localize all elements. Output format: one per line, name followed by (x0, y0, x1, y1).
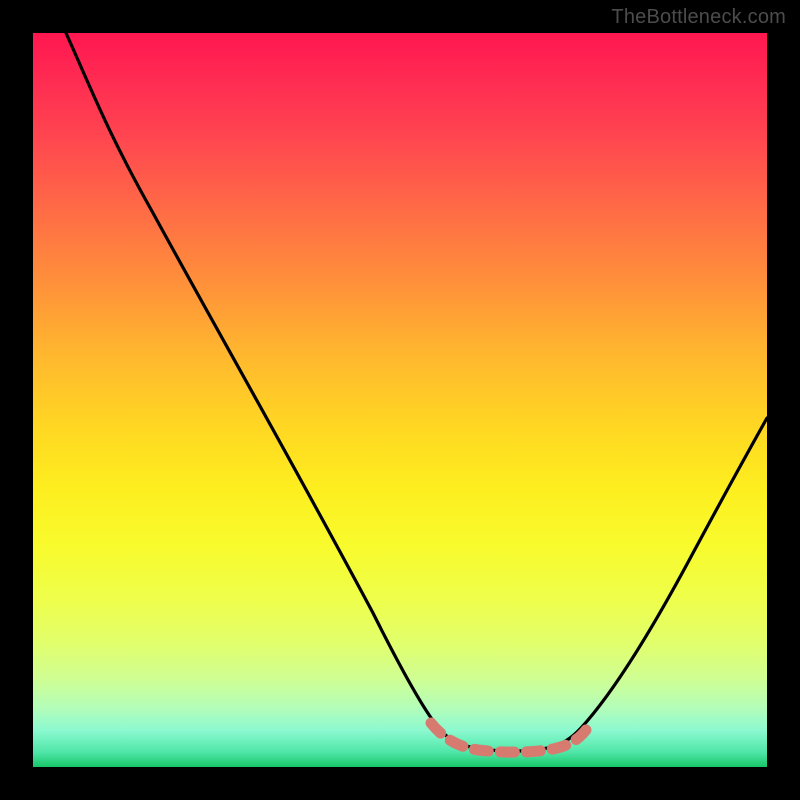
bottleneck-curve (33, 33, 767, 767)
plot-area (33, 33, 767, 767)
chart-canvas: TheBottleneck.com (0, 0, 800, 800)
curve-path (66, 33, 767, 751)
watermark-text: TheBottleneck.com (611, 6, 786, 29)
valley-marker (431, 723, 586, 752)
